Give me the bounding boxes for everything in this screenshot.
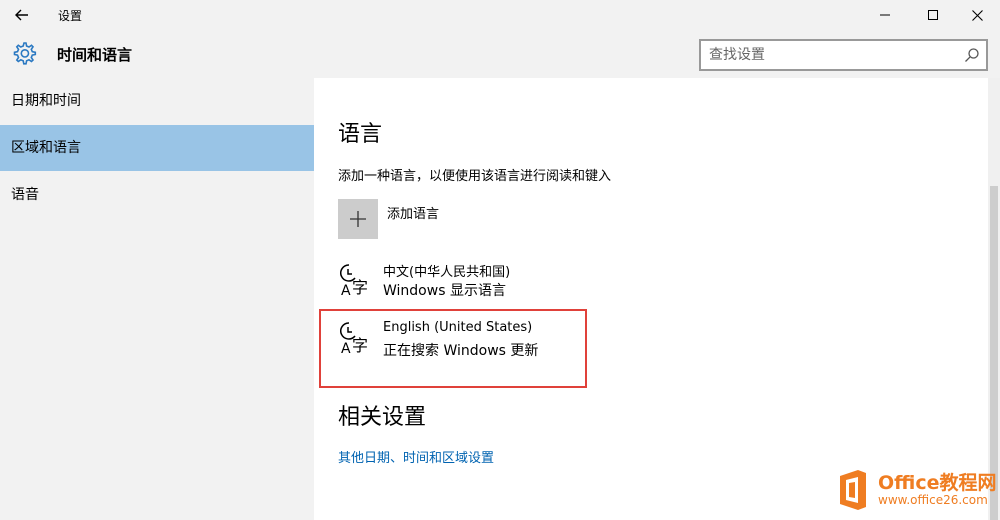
svg-text:A: A [341, 283, 351, 298]
language-name: 中文(中华人民共和国) [383, 265, 511, 280]
sidebar: 日期和时间 区域和语言 语音 [0, 78, 314, 520]
watermark-name: Office教程网 [878, 472, 997, 494]
sidebar-item-region-language[interactable]: 区域和语言 [0, 125, 314, 171]
close-icon [971, 9, 983, 21]
page-title: 时间和语言 [57, 46, 133, 64]
language-heading: 语言 [338, 122, 383, 147]
minimize-icon [880, 14, 890, 16]
plus-icon [350, 211, 366, 227]
search-box[interactable] [699, 39, 988, 71]
language-icon: A 字 [340, 264, 368, 298]
gear-icon [13, 42, 37, 65]
related-settings-link[interactable]: 其他日期、时间和区域设置 [338, 447, 494, 466]
add-language-label[interactable]: 添加语言 [387, 203, 439, 222]
window-title: 设置 [58, 9, 83, 23]
minimize-button[interactable] [862, 0, 908, 30]
svg-text:字: 字 [352, 278, 368, 297]
search-input[interactable] [709, 46, 959, 64]
watermark-url: www.office26.com [878, 493, 988, 507]
office-logo-icon [840, 470, 866, 510]
language-description: 添加一种语言，以便使用该语言进行阅读和键入 [338, 169, 612, 184]
back-arrow-icon [15, 9, 28, 21]
sidebar-item-date-time[interactable]: 日期和时间 [0, 78, 314, 124]
sidebar-item-speech[interactable]: 语音 [0, 172, 314, 218]
back-button[interactable] [8, 2, 36, 28]
close-button[interactable] [954, 0, 1000, 30]
maximize-icon [928, 10, 938, 20]
search-icon[interactable] [964, 47, 980, 63]
highlight-box [319, 309, 587, 388]
language-status: Windows 显示语言 [383, 283, 506, 299]
add-language-button[interactable] [338, 199, 378, 239]
title-bar: 设置 [0, 0, 1000, 30]
settings-header: 时间和语言 [0, 30, 1000, 78]
maximize-button[interactable] [910, 0, 956, 30]
watermark: Office教程网 www.office26.com [832, 462, 1000, 520]
related-settings-heading: 相关设置 [338, 405, 427, 430]
scrollbar[interactable] [988, 78, 1000, 520]
